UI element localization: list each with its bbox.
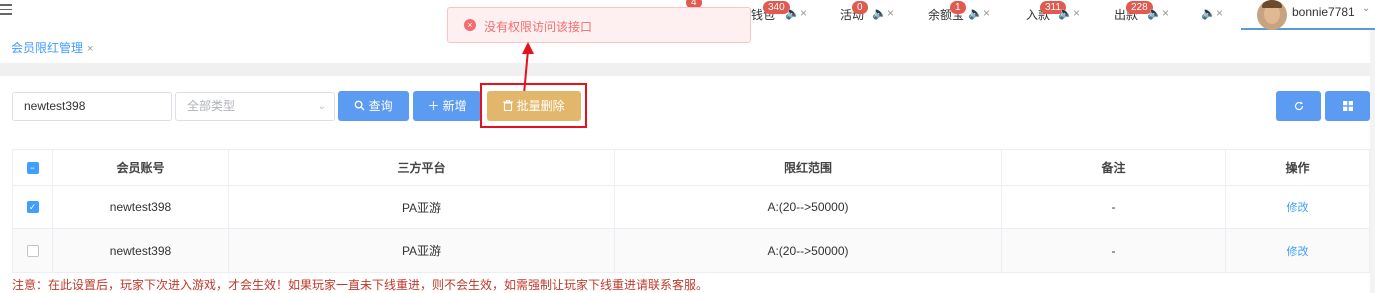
- error-icon: ×: [464, 19, 476, 31]
- edit-link[interactable]: 修改: [1287, 199, 1309, 215]
- row-select-cell: [13, 229, 53, 272]
- grid-view-button[interactable]: [1325, 91, 1370, 121]
- divider: [0, 64, 1375, 76]
- type-select-placeholder: 全部类型: [187, 99, 236, 113]
- col-action: 操作: [1285, 161, 1310, 175]
- edit-link[interactable]: 修改: [1287, 243, 1309, 259]
- username: bonnie7781: [1292, 5, 1355, 19]
- type-select[interactable]: 全部类型 ⌄: [175, 92, 335, 121]
- table-row: ✓ newtest398 PA亚游 A:(20-->50000) - 修改: [13, 186, 1369, 229]
- nav-activity[interactable]: 活动 0: [840, 1, 868, 23]
- table-header: − 会员账号 三方平台 限红范围 备注 操作: [13, 150, 1369, 186]
- tab-label: 会员限红管理: [11, 41, 84, 55]
- avatar: [1257, 0, 1287, 30]
- select-all-cell: −: [13, 150, 53, 185]
- cell-remark: -: [1002, 229, 1226, 272]
- cell-remark: -: [1002, 186, 1226, 228]
- mute-yuebao-icon[interactable]: 🔈×: [968, 6, 990, 20]
- mute-deposit-icon[interactable]: 🔈×: [1058, 6, 1080, 20]
- menu-toggle-icon[interactable]: [0, 4, 14, 18]
- member-limit-table: − 会员账号 三方平台 限红范围 备注 操作 ✓ newtest398 PA亚游…: [12, 149, 1370, 273]
- table-row: newtest398 PA亚游 A:(20-->50000) - 修改: [13, 229, 1369, 272]
- add-button-label: 新增: [442, 99, 467, 113]
- cell-account: newtest398: [53, 229, 229, 272]
- cell-platform: PA亚游: [229, 229, 615, 272]
- nav-deposit[interactable]: 入款 311: [1026, 1, 1066, 23]
- row-checkbox[interactable]: [26, 244, 39, 257]
- account-input[interactable]: newtest398: [12, 92, 172, 121]
- mute-withdraw-icon[interactable]: 🔈×: [1147, 6, 1169, 20]
- chevron-down-icon: ⌄: [1362, 3, 1371, 14]
- plus-icon: ＋: [427, 99, 440, 113]
- mute-wallet-icon[interactable]: 🔈×: [785, 6, 807, 20]
- row-select-cell: ✓: [13, 186, 53, 228]
- search-button[interactable]: 查询: [338, 91, 409, 121]
- col-platform: 三方平台: [229, 150, 615, 185]
- cell-action: 修改: [1226, 186, 1369, 228]
- grid-icon: [1342, 99, 1353, 113]
- scrollbar[interactable]: [1370, 30, 1375, 293]
- error-toast: × 没有权限访问该接口: [447, 7, 751, 43]
- nav-yuebao-badge: 1: [950, 1, 966, 14]
- nav-activity-badge: 0: [852, 1, 868, 14]
- refresh-icon: [1294, 99, 1304, 113]
- tab-member-limit[interactable]: 会员限红管理 ×: [11, 39, 93, 56]
- nav-withdraw[interactable]: 出款 228: [1114, 1, 1153, 23]
- cell-range: A:(20-->50000): [615, 186, 1002, 228]
- search-button-label: 查询: [368, 99, 393, 113]
- refresh-button[interactable]: [1276, 91, 1321, 121]
- mute-activity-icon[interactable]: 🔈×: [872, 6, 894, 20]
- cell-action: 修改: [1226, 229, 1369, 272]
- col-account: 会员账号: [53, 150, 229, 185]
- user-menu[interactable]: bonnie7781 ⌄: [1241, 0, 1375, 30]
- nav-wallet[interactable]: 钱包 340: [751, 1, 790, 23]
- add-button[interactable]: ＋ 新增: [413, 91, 481, 121]
- search-icon: [354, 99, 368, 113]
- cell-platform: PA亚游: [229, 186, 615, 228]
- chevron-down-icon: ⌄: [317, 101, 326, 112]
- col-remark: 备注: [1002, 150, 1226, 185]
- highlight-box: [480, 83, 587, 128]
- cell-range: A:(20-->50000): [615, 229, 1002, 272]
- mute-all-icon[interactable]: 🔈×: [1201, 6, 1223, 20]
- col-range: 限红范围: [615, 150, 1002, 185]
- select-all-checkbox[interactable]: −: [26, 161, 39, 174]
- nav-yuebao[interactable]: 余额宝 1: [928, 1, 966, 23]
- cell-account: newtest398: [53, 186, 229, 228]
- error-message: 没有权限访问该接口: [484, 20, 593, 34]
- row-checkbox[interactable]: ✓: [26, 201, 39, 213]
- close-icon[interactable]: ×: [87, 43, 93, 55]
- notice-text: 注意：在此设置后，玩家下次进入游戏，才会生效！如果玩家一直未下线重进，则不会生效…: [12, 278, 709, 292]
